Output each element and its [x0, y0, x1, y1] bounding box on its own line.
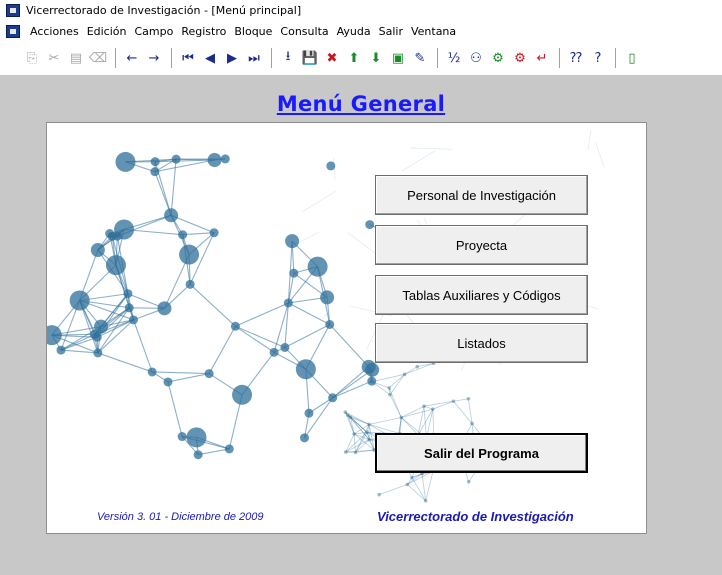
last-record-icon[interactable]: ⏭	[244, 48, 264, 68]
toolbar: ⎘ ✂ ▤ ⌫ ← → ⏮ ◀ ▶ ⏭ ⭳ 💾 ✖ ⬆ ⬇ ▣ ✎ ½ ⚇ ⚙ ⚙ ↵ ⁇? ▯	[0, 41, 722, 75]
binoculars-icon[interactable]: ⚇	[466, 48, 486, 68]
toolbar-separator	[115, 48, 117, 68]
main-menu-panel: Personal de Investigación Proyecta Tabla…	[46, 122, 647, 534]
salir-del-programa-button[interactable]: Salir del Programa	[375, 433, 588, 473]
app-icon	[6, 4, 20, 17]
menu-ayuda[interactable]: Ayuda	[333, 25, 375, 38]
institution-text: Vicerrectorado de Investigación	[377, 509, 574, 524]
menu-salir[interactable]: Salir	[375, 25, 407, 38]
previous-record-icon[interactable]: ◀	[200, 48, 220, 68]
personal-investigacion-button[interactable]: Personal de Investigación	[375, 175, 588, 215]
clear-icon[interactable]: ⌫	[88, 48, 108, 68]
toolbar-separator	[171, 48, 173, 68]
count-icon[interactable]: ½	[444, 48, 464, 68]
listados-button[interactable]: Listados	[375, 323, 588, 363]
toolbar-separator	[615, 48, 617, 68]
return-icon[interactable]: ↵	[532, 48, 552, 68]
save-icon[interactable]: 💾	[300, 48, 320, 68]
copy-icon[interactable]: ⎘	[22, 48, 42, 68]
menu-ventana[interactable]: Ventana	[407, 25, 460, 38]
context-help-icon[interactable]: ⁇	[566, 48, 586, 68]
lock-record-icon[interactable]: ▣	[388, 48, 408, 68]
next-record-icon[interactable]: ▶	[222, 48, 242, 68]
delete-record-icon[interactable]: ✖	[322, 48, 342, 68]
menu-registro[interactable]: Registro	[177, 25, 230, 38]
exit-door-icon[interactable]: ▯	[622, 48, 642, 68]
query-execute-icon[interactable]: ⚙	[510, 48, 530, 68]
menu-bar: Acciones Edición Campo Registro Bloque C…	[0, 21, 722, 41]
menu-consulta[interactable]: Consulta	[276, 25, 332, 38]
toolbar-separator	[559, 48, 561, 68]
tablas-auxiliares-button[interactable]: Tablas Auxiliares y Códigos	[375, 275, 588, 315]
version-text: Versión 3. 01 - Diciembre de 2009	[97, 511, 264, 523]
toolbar-separator	[271, 48, 273, 68]
menu-general-title: Menú General	[276, 92, 446, 116]
toolbar-separator	[437, 48, 439, 68]
help-icon[interactable]: ?	[588, 48, 608, 68]
window-title: Vicerrectorado de Investigación - [Menú …	[26, 4, 302, 17]
cut-icon[interactable]: ✂	[44, 48, 64, 68]
insert-record-up-icon[interactable]: ⬆	[344, 48, 364, 68]
edit-icon[interactable]: ✎	[410, 48, 430, 68]
first-record-icon[interactable]: ⏮	[178, 48, 198, 68]
insert-record-down-icon[interactable]: ⬇	[366, 48, 386, 68]
paste-icon[interactable]: ▤	[66, 48, 86, 68]
query-enter-icon[interactable]: ⚙	[488, 48, 508, 68]
menu-edicion[interactable]: Edición	[83, 25, 131, 38]
title-bar: Vicerrectorado de Investigación - [Menú …	[0, 0, 722, 21]
arrow-left-icon[interactable]: ←	[122, 48, 142, 68]
page-heading: Menú General	[0, 92, 722, 116]
child-window-icon[interactable]	[6, 24, 20, 38]
menu-bloque[interactable]: Bloque	[230, 25, 276, 38]
proyecta-button[interactable]: Proyecta	[375, 225, 588, 265]
menu-acciones[interactable]: Acciones	[26, 25, 83, 38]
arrow-right-icon[interactable]: →	[144, 48, 164, 68]
menu-campo[interactable]: Campo	[130, 25, 177, 38]
download-icon[interactable]: ⭳	[278, 48, 298, 68]
